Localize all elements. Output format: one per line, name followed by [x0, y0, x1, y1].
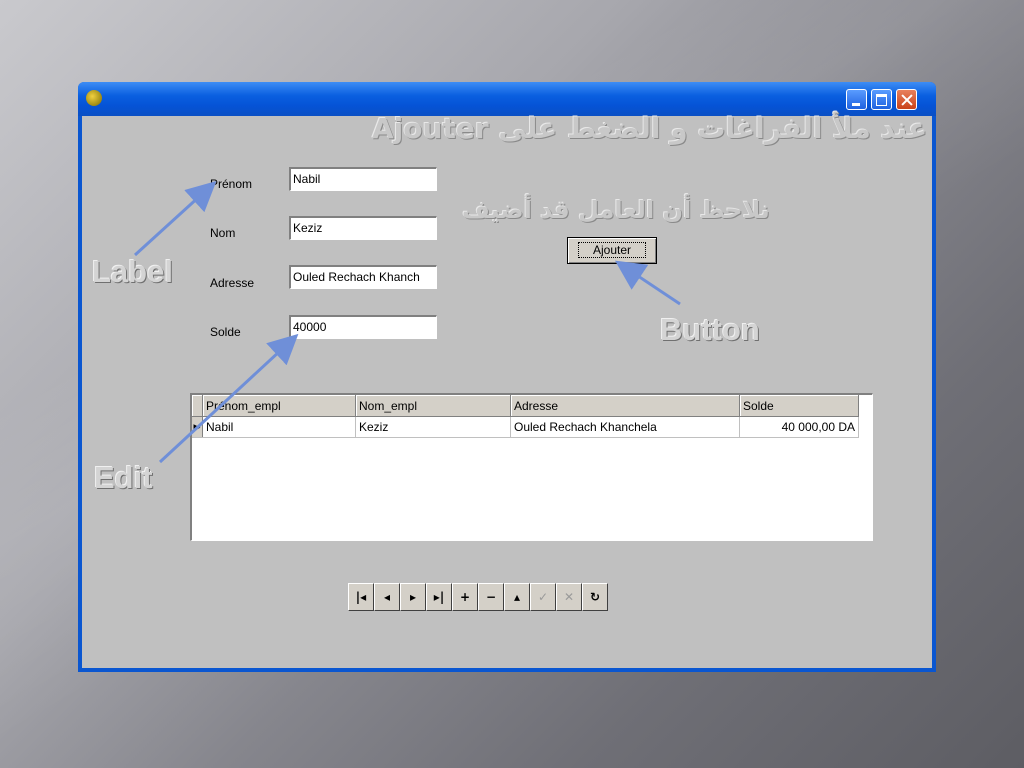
adresse-edit[interactable]: Ouled Rechach Khanch [289, 265, 437, 289]
grid-header-row: Prénom_empl Nom_empl Adresse Solde [192, 395, 859, 417]
maximize-icon[interactable] [871, 89, 892, 110]
title-bar[interactable] [78, 82, 936, 116]
next-record-icon[interactable]: ▸ [400, 583, 426, 611]
adresse-label: Adresse [210, 276, 255, 290]
employee-grid[interactable]: Prénom_empl Nom_empl Adresse Solde ▶ Nab… [190, 393, 873, 541]
cell-adresse[interactable]: Ouled Rechach Khanchela [510, 416, 740, 438]
ajouter-button[interactable]: Ajouter [567, 237, 657, 264]
cancel-record-icon[interactable]: ✕ [556, 583, 582, 611]
column-header-solde[interactable]: Solde [739, 395, 859, 417]
cell-prenom[interactable]: Nabil [202, 416, 356, 438]
prior-record-icon[interactable]: ◂ [374, 583, 400, 611]
refresh-record-icon[interactable]: ↻ [582, 583, 608, 611]
nom-edit[interactable]: Keziz [289, 216, 437, 240]
column-header-nom[interactable]: Nom_empl [355, 395, 511, 417]
current-row-indicator-icon: ▶ [192, 416, 203, 438]
prenom-edit[interactable]: Nabil [289, 167, 437, 191]
ajouter-button-label: Ajouter [577, 242, 647, 258]
column-header-prenom[interactable]: Prénom_empl [202, 395, 356, 417]
last-record-icon[interactable]: ▸| [426, 583, 452, 611]
minimize-icon[interactable] [846, 89, 867, 110]
app-icon [86, 90, 102, 106]
cell-nom[interactable]: Keziz [355, 416, 511, 438]
delete-record-icon[interactable]: − [478, 583, 504, 611]
post-record-icon[interactable]: ✓ [530, 583, 556, 611]
prenom-label: Prénom [210, 177, 253, 191]
arabic-instruction-text: عند ملأ الفراغات و الضغط على Ajouter [372, 112, 928, 145]
indicator-header [192, 395, 203, 417]
table-row[interactable]: ▶ Nabil Keziz Ouled Rechach Khanchela 40… [192, 416, 859, 438]
edit-record-icon[interactable]: ▴ [504, 583, 530, 611]
first-record-icon[interactable]: |◂ [348, 583, 374, 611]
solde-label: Solde [210, 325, 241, 339]
column-header-adresse[interactable]: Adresse [510, 395, 740, 417]
cell-solde[interactable]: 40 000,00 DA [739, 416, 859, 438]
arabic-note-text: نلاحظ أن العامل قد أضيف [462, 196, 770, 224]
annotation-button: Button [660, 312, 760, 347]
annotation-label: Label [92, 254, 173, 289]
insert-record-icon[interactable]: + [452, 583, 478, 611]
close-icon[interactable] [896, 89, 917, 110]
solde-edit[interactable]: 40000 [289, 315, 437, 339]
nom-label: Nom [210, 226, 236, 240]
annotation-edit: Edit [94, 460, 153, 495]
db-navigator: |◂ ◂ ▸ ▸| + − ▴ ✓ ✕ ↻ [348, 583, 608, 611]
